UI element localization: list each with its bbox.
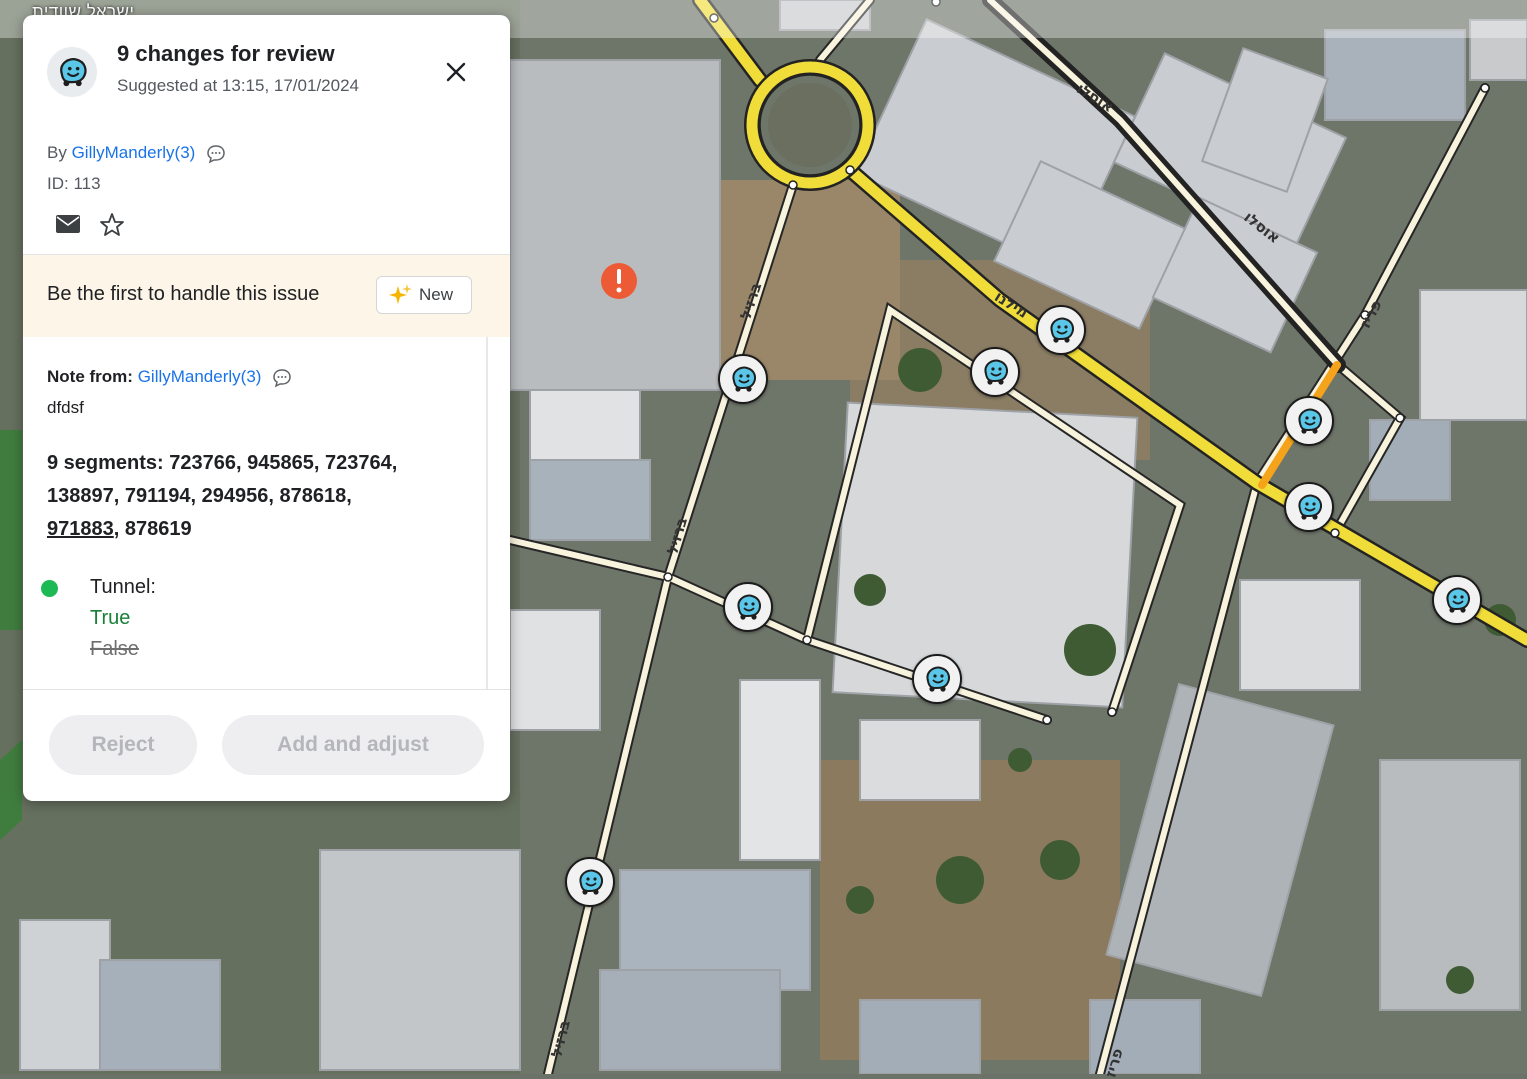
segments-list: 9 segments: 723766, 945865, 723764, 1388… bbox=[47, 447, 427, 546]
waze-icon bbox=[984, 359, 1008, 385]
waze-icon bbox=[1298, 494, 1322, 520]
chat-icon[interactable] bbox=[206, 144, 226, 164]
by-prefix: By bbox=[47, 143, 67, 162]
waze-icon bbox=[926, 666, 950, 692]
avatar bbox=[47, 47, 97, 97]
segment-pin[interactable] bbox=[1284, 482, 1334, 532]
star-icon[interactable] bbox=[99, 212, 125, 238]
panel-title: 9 changes for review bbox=[117, 41, 335, 66]
review-panel: 9 changes for review Suggested at 13:15,… bbox=[23, 15, 510, 801]
segments-text-end: , 878619 bbox=[113, 518, 192, 540]
suggested-timestamp: Suggested at 13:15, 17/01/2024 bbox=[117, 76, 359, 95]
segment-pin[interactable] bbox=[1284, 396, 1334, 446]
segment-pin[interactable] bbox=[565, 857, 615, 907]
segment-pin[interactable] bbox=[970, 347, 1020, 397]
sparkles-icon bbox=[389, 284, 412, 304]
segment-pin[interactable] bbox=[723, 582, 773, 632]
reject-button[interactable]: Reject bbox=[49, 715, 197, 775]
change-label: Tunnel: bbox=[90, 576, 156, 598]
scrollbar[interactable] bbox=[486, 337, 488, 689]
waze-icon bbox=[1298, 408, 1322, 434]
waze-icon bbox=[737, 594, 761, 620]
waze-icon bbox=[732, 366, 756, 392]
chat-icon[interactable] bbox=[272, 368, 292, 388]
divider bbox=[23, 689, 510, 690]
waze-icon bbox=[1050, 317, 1074, 343]
segment-pin[interactable] bbox=[718, 354, 768, 404]
waze-icon bbox=[579, 869, 603, 895]
segment-pin[interactable] bbox=[1432, 575, 1482, 625]
new-badge-button[interactable]: New bbox=[376, 276, 472, 314]
close-icon[interactable] bbox=[441, 57, 471, 87]
add-and-adjust-button[interactable]: Add and adjust bbox=[222, 715, 484, 775]
waze-icon bbox=[1446, 587, 1470, 613]
status-dot bbox=[41, 580, 58, 597]
waze-icon bbox=[60, 58, 87, 87]
author-link[interactable]: GillyManderly(3) bbox=[72, 143, 196, 162]
change-old-value: False bbox=[90, 638, 139, 660]
author-line: By GillyManderly(3) bbox=[47, 143, 226, 164]
change-new-value: True bbox=[90, 607, 131, 629]
banner-text: Be the first to handle this issue bbox=[47, 283, 320, 305]
mail-icon[interactable] bbox=[55, 213, 81, 235]
selected-segment-link[interactable]: 971883 bbox=[47, 518, 114, 540]
handle-issue-banner: Be the first to handle this issue New bbox=[23, 255, 510, 337]
note-author-link[interactable]: GillyManderly(3) bbox=[138, 367, 262, 386]
note-from-label: Note from: bbox=[47, 367, 133, 386]
segments-text: 9 segments: 723766, 945865, 723764, 1388… bbox=[47, 452, 398, 507]
segment-pin[interactable] bbox=[912, 654, 962, 704]
alert-marker-icon[interactable] bbox=[600, 262, 638, 300]
note-text: dfdsf bbox=[47, 398, 84, 417]
issue-id: ID: 113 bbox=[47, 174, 101, 193]
new-label: New bbox=[419, 285, 454, 304]
note-header: Note from: GillyManderly(3) bbox=[47, 367, 292, 388]
segment-pin[interactable] bbox=[1036, 305, 1086, 355]
